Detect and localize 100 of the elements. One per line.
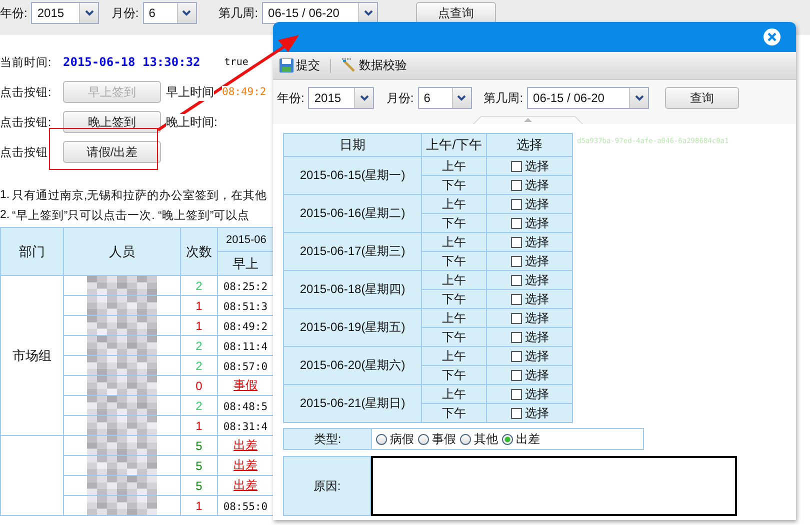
month-select[interactable]: 6 — [142, 2, 197, 24]
blurred-name — [87, 376, 157, 395]
count-cell: 0 — [180, 376, 218, 396]
column-header: 上午/下午 — [422, 134, 486, 156]
note-text: 只有通过南京,无锡和拉萨的办公室签到，在其他 — [12, 188, 268, 202]
note-number: 2. — [0, 209, 11, 221]
blurred-name — [87, 296, 157, 315]
checkbox[interactable] — [511, 218, 522, 228]
collapse-handle-icon[interactable] — [473, 116, 583, 124]
year-label: 年份: — [277, 90, 304, 106]
checkbox[interactable] — [511, 388, 522, 400]
column-header: 早上 — [218, 252, 274, 276]
time-cell: 08:57:0 — [223, 360, 268, 372]
checkbox-label: 选择 — [525, 310, 549, 324]
sign-button[interactable]: 请假/出差 — [63, 141, 161, 163]
caret-icon — [182, 10, 192, 16]
radio-label: 其他 — [474, 430, 498, 448]
period-cell: 上午 — [422, 232, 486, 252]
week-select[interactable]: 06-15 / 06-20 — [262, 2, 378, 24]
count-cell: 1 — [180, 296, 218, 316]
column-header: 2015-06 — [218, 228, 274, 252]
checkbox[interactable] — [511, 370, 522, 380]
date-cell: 2015-06-17(星期三) — [284, 232, 422, 270]
month-label: 月份: — [386, 90, 414, 106]
caret-icon — [84, 10, 94, 16]
time-cell: 08:11:4 — [223, 340, 268, 352]
time-cell: 08:49:2 — [223, 320, 268, 332]
blurred-name — [87, 396, 157, 415]
checkbox[interactable] — [511, 160, 522, 172]
checkbox[interactable] — [511, 294, 522, 304]
checkbox-label: 选择 — [525, 292, 549, 306]
query-button[interactable]: 查询 — [665, 87, 740, 109]
column-header: 选择 — [486, 134, 572, 156]
checkbox[interactable] — [511, 332, 522, 342]
query-button[interactable]: 点查询 — [416, 2, 496, 24]
checkbox[interactable] — [511, 312, 522, 324]
save-icon — [279, 58, 294, 73]
date-cell: 2015-06-19(星期五) — [284, 308, 422, 346]
blurred-name — [87, 476, 157, 495]
checkbox[interactable] — [511, 256, 522, 266]
time-cell: 08:51:3 — [223, 300, 268, 312]
count-cell: 5 — [180, 476, 218, 496]
year-select[interactable]: 2015 — [308, 87, 374, 109]
checkbox[interactable] — [511, 236, 522, 248]
note-text: “早上签到”只可以点击一次. “晚上签到”可以点 — [12, 208, 250, 222]
period-cell: 下午 — [422, 328, 486, 346]
period-cell: 下午 — [422, 214, 486, 232]
column-header: 日期 — [284, 134, 422, 156]
date-cell: 2015-06-16(星期二) — [284, 194, 422, 232]
reason-label: 原因: — [283, 456, 371, 516]
radio-label: 出差 — [516, 430, 540, 448]
week-select[interactable]: 06-15 / 06-20 — [527, 87, 650, 109]
time-cell: 08:48:5 — [223, 400, 268, 412]
current-time: 2015-06-18 13:30:32 — [63, 55, 200, 69]
department-cell: 市场组 — [0, 276, 64, 436]
year-select[interactable]: 2015 — [31, 2, 100, 24]
checkbox[interactable] — [511, 274, 522, 286]
period-cell: 下午 — [422, 366, 486, 384]
checkbox[interactable] — [511, 198, 522, 210]
period-cell: 下午 — [422, 252, 486, 270]
period-cell: 上午 — [422, 270, 486, 290]
caret-icon — [364, 10, 373, 16]
count-cell: 2 — [180, 356, 218, 376]
period-cell: 下午 — [422, 176, 486, 194]
radio-label: 事假 — [432, 430, 456, 448]
count-cell: 2 — [180, 396, 218, 416]
blurred-name — [87, 496, 157, 515]
checkbox-label: 选择 — [525, 368, 549, 382]
toolbar-button[interactable]: 数据校验 — [339, 57, 409, 74]
time-label: 晚上时间: — [166, 114, 218, 130]
blurred-name — [87, 276, 157, 295]
caret-icon — [360, 95, 369, 101]
toolbar-button[interactable]: 提交 — [277, 57, 322, 74]
time-cell: 08:31:4 — [223, 420, 268, 432]
radio-button[interactable] — [502, 434, 513, 444]
count-cell: 2 — [180, 276, 218, 296]
date-cell: 2015-06-18(星期四) — [284, 270, 422, 308]
sign-button[interactable]: 晚上签到 — [63, 111, 161, 133]
blurred-name — [87, 456, 157, 475]
checkbox[interactable] — [511, 350, 522, 362]
checkbox[interactable] — [511, 408, 522, 418]
checkbox-label: 选择 — [525, 330, 549, 344]
close-icon[interactable] — [763, 28, 781, 46]
period-cell: 上午 — [422, 194, 486, 214]
period-cell: 下午 — [422, 404, 486, 422]
time-cell: 08:55:0 — [223, 500, 268, 512]
radio-button[interactable] — [418, 434, 429, 444]
checkbox-label: 选择 — [525, 234, 549, 248]
type-label: 类型: — [284, 429, 372, 449]
radio-button[interactable] — [376, 434, 387, 444]
count-cell: 2 — [180, 336, 218, 356]
date-cell: 2015-06-15(星期一) — [284, 156, 422, 194]
date-cell: 2015-06-20(星期六) — [284, 346, 422, 384]
reason-field[interactable] — [371, 456, 737, 516]
date-cell: 2015-06-21(星期日) — [284, 384, 422, 422]
checkbox[interactable] — [511, 180, 522, 190]
wand-icon — [341, 58, 357, 73]
month-select[interactable]: 6 — [418, 87, 472, 109]
time-label: 早上时间 — [166, 84, 214, 100]
radio-button[interactable] — [460, 434, 471, 444]
